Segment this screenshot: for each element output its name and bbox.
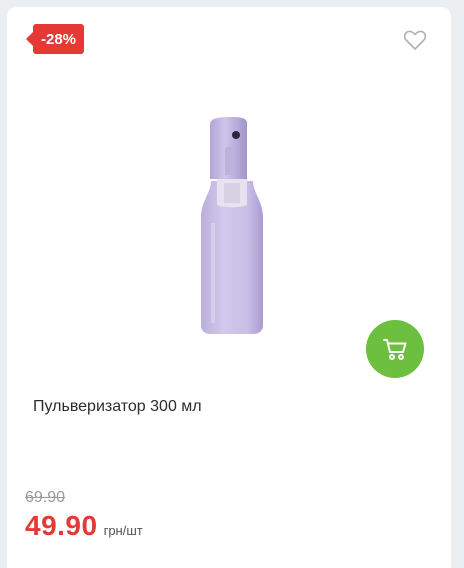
discount-badge: -28% bbox=[25, 24, 85, 54]
price-row: 49.90 грн/шт bbox=[25, 510, 143, 542]
current-price: 49.90 bbox=[25, 510, 98, 541]
cart-icon bbox=[383, 339, 407, 360]
spray-bottle-image bbox=[201, 117, 263, 334]
discount-badge-label: -28% bbox=[41, 30, 77, 48]
old-price: 69.90 bbox=[25, 489, 66, 506]
heart-icon bbox=[403, 30, 427, 50]
add-to-cart-button[interactable] bbox=[366, 320, 424, 378]
product-card[interactable]: -28% Пульверизатор 300 мл 69.90 49.90 гр… bbox=[7, 7, 451, 568]
product-title[interactable]: Пульверизатор 300 мл bbox=[33, 398, 202, 416]
favorite-button[interactable] bbox=[403, 29, 427, 51]
price-unit: грн/шт bbox=[103, 523, 143, 538]
product-image[interactable] bbox=[177, 113, 287, 343]
